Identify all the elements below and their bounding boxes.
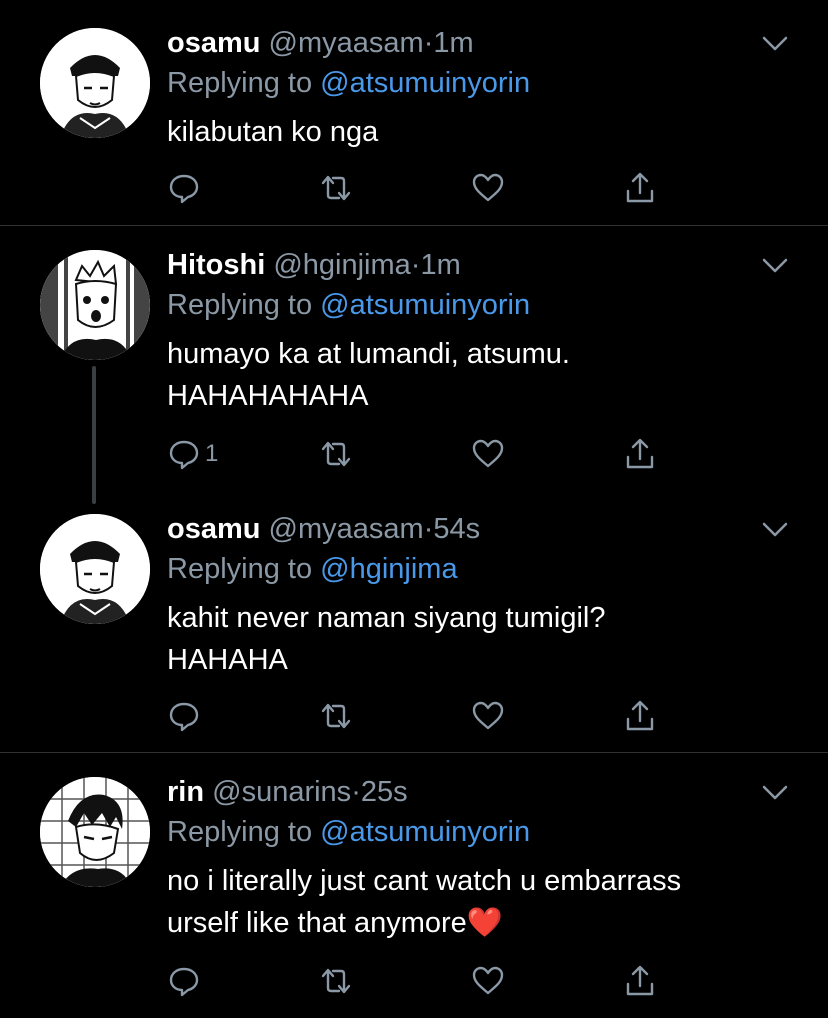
like-icon <box>472 173 504 202</box>
reply-icon <box>169 440 199 470</box>
display-name[interactable]: osamu <box>167 27 260 59</box>
tweet-feed: osamu @myaasam·1m Replying to @atsumuiny… <box>0 0 828 1018</box>
reply-mention-link[interactable]: @atsumuinyorin <box>320 289 530 321</box>
tweet-text-line: urself like that anymore <box>167 907 467 939</box>
tweet-text: kahit never naman siyang tumigil? HAHAHA <box>167 597 768 681</box>
display-name[interactable]: rin <box>167 776 204 808</box>
chevron-down-icon[interactable] <box>762 785 788 801</box>
tweet-text: no i literally just cant watch u embarra… <box>167 860 768 944</box>
like-button[interactable] <box>471 963 505 999</box>
reply-prefix: Replying to <box>167 67 313 99</box>
like-button[interactable] <box>471 436 505 472</box>
tweet-actions <box>167 698 667 734</box>
retweet-button[interactable] <box>319 698 353 734</box>
reply-icon <box>169 967 199 997</box>
reply-mention-link[interactable]: @hginjima <box>320 553 457 585</box>
chevron-down-icon[interactable] <box>762 522 788 538</box>
share-button[interactable] <box>623 436 657 472</box>
osamu-avatar-image <box>40 514 150 624</box>
retweet-button[interactable] <box>319 963 353 999</box>
avatar[interactable] <box>40 28 150 138</box>
separator-dot: · <box>423 513 434 545</box>
tweet-header: osamu @myaasam·54s <box>167 511 768 547</box>
tweet-text-line: HAHAHAHAHA <box>167 380 369 412</box>
timestamp[interactable]: 54s <box>433 513 480 545</box>
retweet-icon <box>321 175 351 201</box>
retweet-icon <box>321 968 351 994</box>
reply-context: Replying to @hginjima <box>167 551 768 587</box>
chevron-down-icon[interactable] <box>762 258 788 274</box>
rin-avatar-image <box>40 777 150 887</box>
tweet[interactable]: osamu @myaasam·54s Replying to @hginjima… <box>0 490 828 752</box>
tweet-actions <box>167 963 667 999</box>
share-button[interactable] <box>623 698 657 734</box>
tweet-header: Hitoshi @hginjima·1m <box>167 247 768 283</box>
share-icon <box>626 172 654 203</box>
reply-context: Replying to @atsumuinyorin <box>167 814 768 850</box>
reply-button[interactable]: 1 <box>167 436 218 472</box>
share-icon <box>626 700 654 731</box>
retweet-button[interactable] <box>319 436 353 472</box>
avatar[interactable] <box>40 514 150 624</box>
tweet-actions <box>167 170 667 206</box>
reply-context: Replying to @atsumuinyorin <box>167 65 768 101</box>
heart-emoji: ❤️ <box>466 907 503 939</box>
reply-count: 1 <box>205 440 219 467</box>
chevron-down-icon[interactable] <box>762 36 788 52</box>
tweet-text-line: kilabutan ko nga <box>167 116 379 148</box>
tweet-text-line: no i literally just cant watch u embarra… <box>167 865 682 897</box>
reply-button[interactable] <box>167 963 205 999</box>
reply-prefix: Replying to <box>167 816 313 848</box>
tweet-text-line: humayo ka at lumandi, atsumu. <box>167 338 570 370</box>
retweet-icon <box>321 703 351 729</box>
tweet-text-line: HAHAHA <box>167 644 288 676</box>
tweet-text: kilabutan ko nga <box>167 111 768 153</box>
tweet-header: rin @sunarins·25s <box>167 774 768 810</box>
reply-icon <box>169 174 199 204</box>
separator-dot: · <box>351 776 361 808</box>
osamu-avatar-image <box>40 28 150 138</box>
hitoshi-avatar-image <box>40 250 150 360</box>
user-handle[interactable]: @sunarins <box>212 776 351 808</box>
reply-icon <box>169 702 199 732</box>
share-icon <box>626 965 654 996</box>
tweet-text-line-with-emoji: urself like that anymore❤️ <box>167 902 768 944</box>
reply-prefix: Replying to <box>167 553 313 585</box>
tweet-actions: 1 <box>167 436 667 472</box>
like-button[interactable] <box>471 170 505 206</box>
user-handle[interactable]: @hginjima <box>273 249 410 281</box>
timestamp[interactable]: 1m <box>433 27 473 59</box>
separator-dot: · <box>423 27 434 59</box>
like-icon <box>472 439 504 468</box>
tweet-text-line: kahit never naman siyang tumigil? <box>167 602 606 634</box>
avatar[interactable] <box>40 250 150 360</box>
timestamp[interactable]: 1m <box>420 249 460 281</box>
reply-context: Replying to @atsumuinyorin <box>167 287 768 323</box>
avatar[interactable] <box>40 777 150 887</box>
thread-connector-line <box>92 366 96 504</box>
tweet[interactable]: Hitoshi @hginjima·1m Replying to @atsumu… <box>0 226 828 490</box>
reply-mention-link[interactable]: @atsumuinyorin <box>320 67 530 99</box>
like-icon <box>472 966 504 995</box>
like-button[interactable] <box>471 698 505 734</box>
timestamp[interactable]: 25s <box>361 776 408 808</box>
tweet[interactable]: rin @sunarins·25s Replying to @atsumuiny… <box>0 753 828 1018</box>
reply-mention-link[interactable]: @atsumuinyorin <box>320 816 530 848</box>
tweet-text: humayo ka at lumandi, atsumu. HAHAHAHAHA <box>167 333 768 417</box>
reply-button[interactable] <box>167 698 205 734</box>
share-button[interactable] <box>623 963 657 999</box>
user-handle[interactable]: @myaasam <box>269 513 424 545</box>
tweet[interactable]: osamu @myaasam·1m Replying to @atsumuiny… <box>0 0 828 225</box>
reply-button[interactable] <box>167 170 205 206</box>
tweet-header: osamu @myaasam·1m <box>167 25 768 61</box>
share-icon <box>626 438 654 469</box>
reply-prefix: Replying to <box>167 289 313 321</box>
like-icon <box>472 701 504 730</box>
display-name[interactable]: Hitoshi <box>167 249 265 281</box>
retweet-icon <box>321 441 351 467</box>
retweet-button[interactable] <box>319 170 353 206</box>
share-button[interactable] <box>623 170 657 206</box>
display-name[interactable]: osamu <box>167 513 260 545</box>
user-handle[interactable]: @myaasam <box>269 27 424 59</box>
